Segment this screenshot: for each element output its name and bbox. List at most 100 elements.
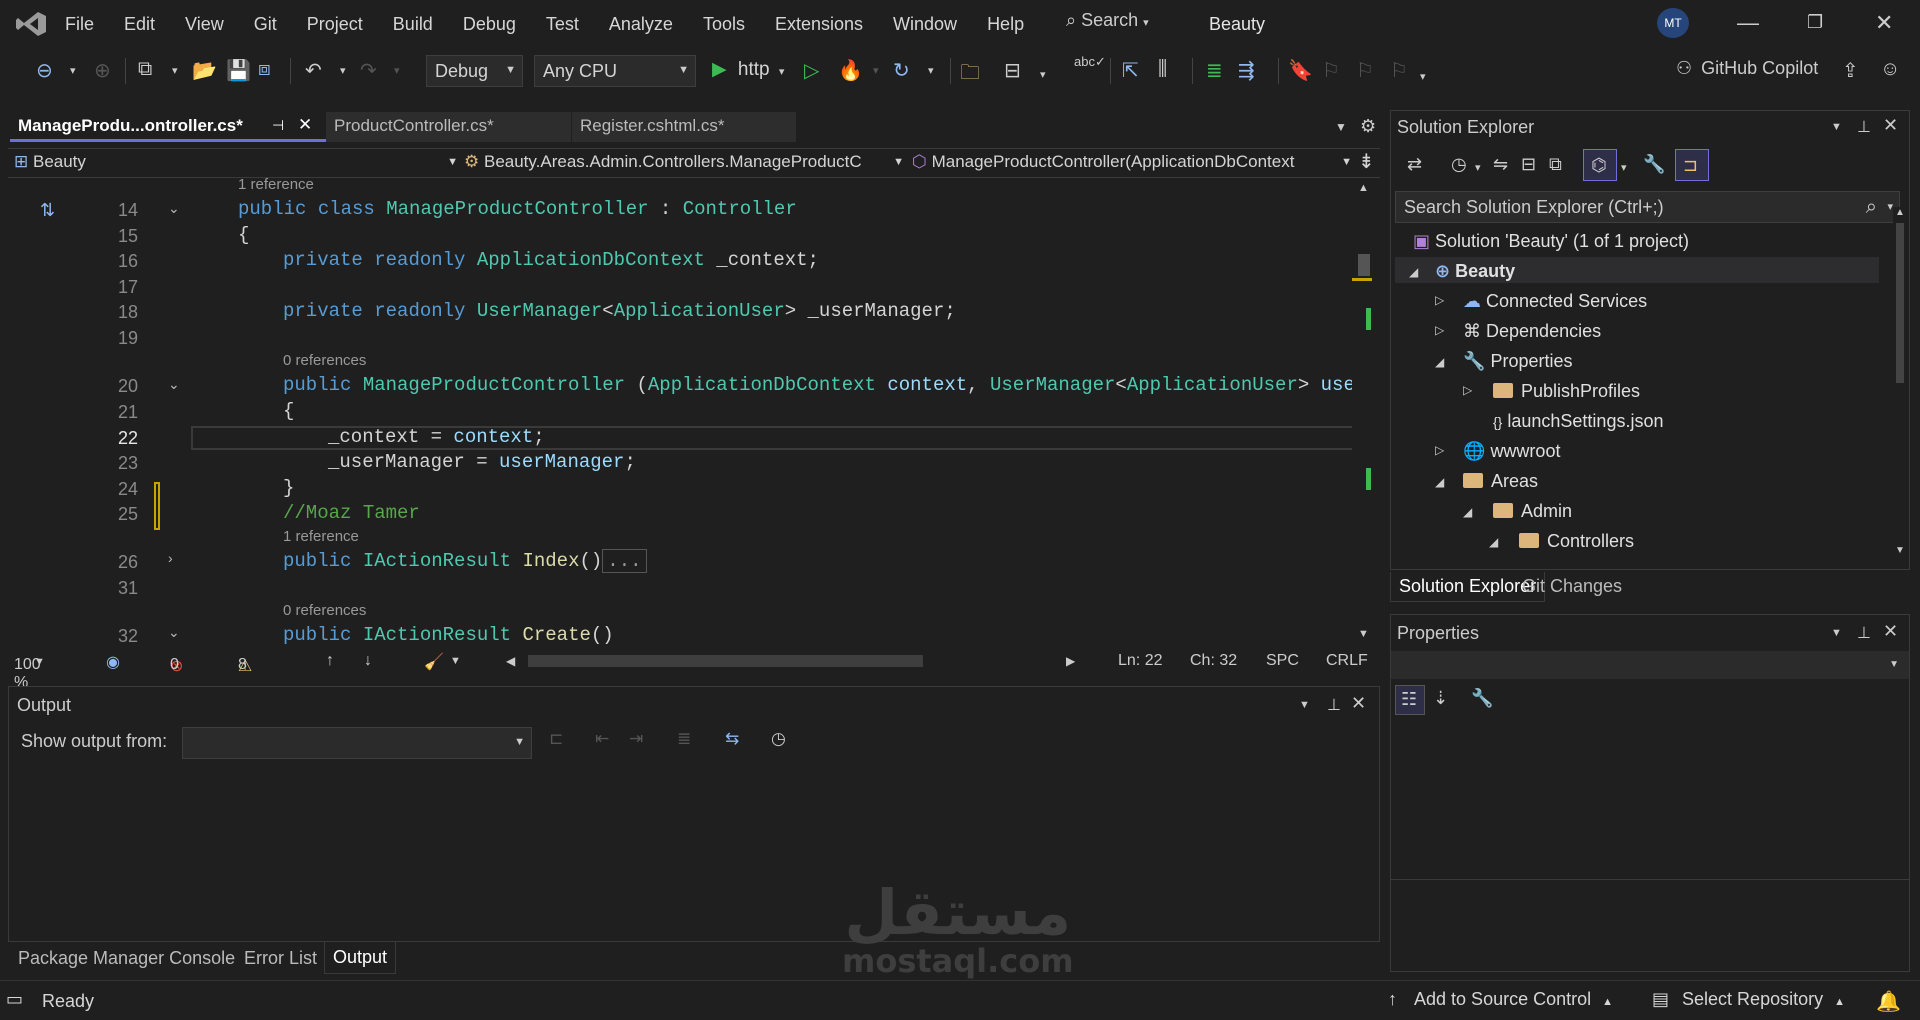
chevron-down-icon[interactable]: ▼: [450, 655, 461, 667]
menu-window[interactable]: Window: [878, 14, 972, 35]
tree-item-admin[interactable]: Admin: [1493, 501, 1572, 522]
collapsed-arrow-icon[interactable]: ▷: [1435, 293, 1444, 307]
wrench-icon[interactable]: 🔧: [1643, 155, 1665, 173]
intellicode-icon[interactable]: ◉: [106, 652, 120, 672]
chevron-down-icon[interactable]: ▾: [1621, 161, 1627, 174]
quick-actions-icon[interactable]: ⇅: [40, 200, 55, 221]
tab-git-changes[interactable]: Git Changes: [1522, 576, 1622, 597]
menu-file[interactable]: File: [50, 14, 109, 35]
save-all-icon[interactable]: ⧈: [258, 58, 271, 81]
line-indicator[interactable]: Ln: 22: [1118, 652, 1162, 670]
search-button[interactable]: ⌕ Search ▾: [1066, 10, 1149, 31]
select-element-icon[interactable]: ⇱: [1122, 58, 1139, 83]
undo-icon[interactable]: ↶: [305, 58, 322, 83]
scroll-up-icon[interactable]: ▲: [1895, 207, 1905, 218]
output-source-dropdown[interactable]: ▼: [182, 727, 532, 759]
preview-selected-items-button[interactable]: ⊐: [1675, 149, 1709, 181]
scroll-down-icon[interactable]: ▼: [1358, 628, 1369, 640]
codelens-reference-count[interactable]: 0 references: [283, 602, 366, 619]
scroll-right-icon[interactable]: ▶: [1066, 654, 1075, 668]
open-folder-icon[interactable]: 📂: [192, 58, 217, 83]
code-editor[interactable]: ⇅ 1 reference 14 ⌄ public class ManagePr…: [8, 178, 1380, 648]
member-dropdown[interactable]: ⬡ ManageProductController(ApplicationDbC…: [912, 152, 1352, 172]
menu-build[interactable]: Build: [378, 14, 448, 35]
previous-issue-icon[interactable]: ↑: [326, 652, 334, 670]
vertical-scrollbar[interactable]: ▲ ▼: [1352, 178, 1374, 648]
menu-git[interactable]: Git: [239, 14, 292, 35]
pin-icon[interactable]: ⊥: [1857, 623, 1871, 643]
comment-lines-icon[interactable]: ≣: [1206, 58, 1223, 83]
scroll-thumb[interactable]: [1896, 223, 1904, 383]
switch-views-icon[interactable]: ⇄: [1407, 155, 1422, 173]
minimize-icon[interactable]: —: [1737, 10, 1759, 36]
menu-edit[interactable]: Edit: [109, 14, 170, 35]
horizontal-scrollbar[interactable]: [528, 655, 923, 667]
scroll-left-icon[interactable]: ◀: [506, 654, 515, 668]
select-repository-button[interactable]: ▤ Select Repository ▲: [1652, 989, 1845, 1010]
back-icon[interactable]: ⊖: [36, 58, 53, 83]
show-all-files-icon[interactable]: ⧉: [1549, 155, 1562, 173]
share-icon[interactable]: ⇪: [1842, 58, 1859, 83]
tree-item-dependencies[interactable]: ⌘ Dependencies: [1463, 321, 1601, 342]
categorized-button[interactable]: ☷: [1395, 685, 1425, 715]
type-dropdown[interactable]: ⚙ Beauty.Areas.Admin.Controllers.ManageP…: [464, 152, 904, 172]
codelens-reference-count[interactable]: 0 references: [283, 352, 366, 369]
menu-test[interactable]: Test: [531, 14, 594, 35]
chevron-down-icon[interactable]: ▾: [1040, 68, 1046, 81]
tree-item-solution[interactable]: ▣ Solution 'Beauty' (1 of 1 project): [1413, 231, 1689, 252]
expanded-arrow-icon[interactable]: ◢: [1435, 355, 1444, 369]
chevron-down-icon[interactable]: ▾: [1475, 161, 1481, 174]
solution-explorer-search-input[interactable]: Search Solution Explorer (Ctrl+;) ⌕ ▾: [1395, 191, 1900, 223]
compare-icon[interactable]: ⫼: [1158, 58, 1167, 81]
pin-icon[interactable]: ⊥: [1857, 117, 1871, 137]
column-indicator[interactable]: Ch: 32: [1190, 652, 1237, 670]
menu-tools[interactable]: Tools: [688, 14, 760, 35]
tree-item-wwwroot[interactable]: 🌐 wwwroot: [1463, 441, 1560, 462]
property-pages-icon[interactable]: 🔧: [1471, 689, 1493, 707]
chevron-down-icon[interactable]: ▾: [340, 64, 346, 77]
tab-list-dropdown-icon[interactable]: ▼: [1335, 120, 1347, 134]
solution-configuration-dropdown[interactable]: Debug ▼: [426, 55, 523, 87]
layout-icon[interactable]: ⊟: [1004, 58, 1021, 83]
pin-icon[interactable]: ⊣: [272, 117, 284, 134]
close-icon[interactable]: ✕: [1875, 10, 1893, 36]
close-icon[interactable]: ✕: [1351, 693, 1366, 714]
window-position-icon[interactable]: ▼: [1831, 121, 1842, 133]
alphabetical-icon[interactable]: ⇣: [1433, 689, 1448, 707]
gear-icon[interactable]: ⚙: [1360, 116, 1376, 137]
github-copilot-button[interactable]: ⚇ GitHub Copilot: [1676, 58, 1818, 79]
chevron-down-icon[interactable]: ▾: [928, 64, 934, 77]
whitespace-indicator[interactable]: SPC: [1266, 652, 1299, 670]
tab-register-cshtml[interactable]: Register.cshtml.cs*: [572, 112, 796, 142]
codelens-reference-count[interactable]: 1 reference: [238, 178, 314, 193]
tree-scrollbar[interactable]: ▲ ▼: [1893, 207, 1907, 559]
close-icon[interactable]: ✕: [1883, 115, 1898, 136]
scroll-up-icon[interactable]: ▲: [1358, 182, 1369, 194]
feedback-icon[interactable]: ☺: [1880, 58, 1900, 81]
pin-icon[interactable]: ⊥: [1327, 695, 1341, 715]
start-debugging-button[interactable]: ▶ http ▾: [712, 58, 784, 81]
sync-active-document-icon[interactable]: ⇋: [1493, 155, 1508, 173]
codelens-reference-count[interactable]: 1 reference: [283, 528, 359, 545]
object-selector-dropdown[interactable]: ▼: [1391, 651, 1909, 679]
restore-icon[interactable]: ❐: [1807, 12, 1823, 33]
tab-error-list[interactable]: Error List: [236, 946, 325, 971]
tree-item-properties[interactable]: 🔧 Properties: [1463, 351, 1572, 372]
close-icon[interactable]: ✕: [1883, 621, 1898, 642]
window-position-icon[interactable]: ▼: [1299, 699, 1310, 711]
spell-check-icon[interactable]: abc✓: [1074, 54, 1106, 70]
project-dropdown[interactable]: ⊞ Beauty ▼: [14, 152, 458, 172]
window-position-icon[interactable]: ▼: [1831, 627, 1842, 639]
line-ending-indicator[interactable]: CRLF: [1326, 652, 1368, 670]
avatar[interactable]: MT: [1657, 8, 1689, 38]
menu-view[interactable]: View: [170, 14, 239, 35]
menu-debug[interactable]: Debug: [448, 14, 531, 35]
platform-dropdown[interactable]: Any CPU ▼: [534, 55, 696, 87]
tree-item-areas[interactable]: Areas: [1463, 471, 1538, 492]
close-icon[interactable]: ✕: [298, 115, 312, 135]
notifications-bell-icon[interactable]: 🔔: [1876, 989, 1901, 1014]
tab-package-manager-console[interactable]: Package Manager Console: [10, 946, 243, 971]
next-issue-icon[interactable]: ↓: [364, 652, 372, 670]
expanded-arrow-icon[interactable]: ◢: [1489, 535, 1498, 549]
file-nesting-button[interactable]: ⌬: [1583, 149, 1617, 181]
